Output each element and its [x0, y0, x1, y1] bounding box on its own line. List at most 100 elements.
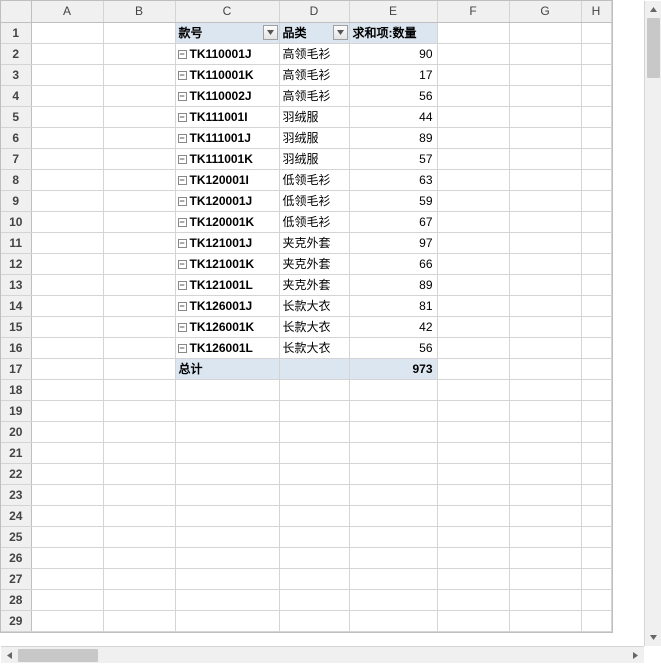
cell-F20[interactable]	[437, 421, 509, 442]
row-header-22[interactable]: 22	[1, 463, 31, 484]
cell-A26[interactable]	[31, 547, 103, 568]
cell-A4[interactable]	[31, 85, 103, 106]
cell-G9[interactable]	[509, 190, 581, 211]
cell-B26[interactable]	[103, 547, 175, 568]
cell-A24[interactable]	[31, 505, 103, 526]
cell-B12[interactable]	[103, 253, 175, 274]
cell-F14[interactable]	[437, 295, 509, 316]
pivot-total-label-cell[interactable]: 总计	[175, 358, 279, 379]
pivot-category-cell[interactable]: 长款大衣	[279, 337, 349, 358]
cell-A13[interactable]	[31, 274, 103, 295]
cell-A27[interactable]	[31, 568, 103, 589]
cell-F11[interactable]	[437, 232, 509, 253]
column-header-F[interactable]: F	[437, 1, 509, 22]
row-header-13[interactable]: 13	[1, 274, 31, 295]
pivot-code-cell[interactable]: −TK126001L	[175, 337, 279, 358]
pivot-value-cell[interactable]: 89	[349, 274, 437, 295]
cell-G8[interactable]	[509, 169, 581, 190]
pivot-code-cell[interactable]: −TK126001J	[175, 295, 279, 316]
collapse-icon[interactable]: −	[178, 176, 187, 185]
cell-A8[interactable]	[31, 169, 103, 190]
cell-F22[interactable]	[437, 463, 509, 484]
cell-B24[interactable]	[103, 505, 175, 526]
cell-H4[interactable]	[581, 85, 611, 106]
cell-C28[interactable]	[175, 589, 279, 610]
cell-B14[interactable]	[103, 295, 175, 316]
cell-E19[interactable]	[349, 400, 437, 421]
cell-C20[interactable]	[175, 421, 279, 442]
cell-G10[interactable]	[509, 211, 581, 232]
scroll-right-button[interactable]	[627, 647, 644, 664]
cell-H19[interactable]	[581, 400, 611, 421]
collapse-icon[interactable]: −	[178, 134, 187, 143]
cell-E22[interactable]	[349, 463, 437, 484]
pivot-category-cell[interactable]: 长款大衣	[279, 295, 349, 316]
cell-D28[interactable]	[279, 589, 349, 610]
cell-B7[interactable]	[103, 148, 175, 169]
pivot-code-cell[interactable]: −TK121001K	[175, 253, 279, 274]
cell-F10[interactable]	[437, 211, 509, 232]
column-header-B[interactable]: B	[103, 1, 175, 22]
cell-B18[interactable]	[103, 379, 175, 400]
row-header-7[interactable]: 7	[1, 148, 31, 169]
cell-G4[interactable]	[509, 85, 581, 106]
row-header-26[interactable]: 26	[1, 547, 31, 568]
cell-A21[interactable]	[31, 442, 103, 463]
cell-D25[interactable]	[279, 526, 349, 547]
pivot-value-cell[interactable]: 56	[349, 337, 437, 358]
cell-H1[interactable]	[581, 22, 611, 43]
scroll-down-button[interactable]	[645, 629, 661, 646]
pivot-value-cell[interactable]: 42	[349, 316, 437, 337]
column-header-D[interactable]: D	[279, 1, 349, 22]
cell-B23[interactable]	[103, 484, 175, 505]
cell-A20[interactable]	[31, 421, 103, 442]
pivot-category-cell[interactable]: 高领毛衫	[279, 43, 349, 64]
cell-D26[interactable]	[279, 547, 349, 568]
cell-A2[interactable]	[31, 43, 103, 64]
pivot-value-cell[interactable]: 81	[349, 295, 437, 316]
cell-H22[interactable]	[581, 463, 611, 484]
cell-B6[interactable]	[103, 127, 175, 148]
collapse-icon[interactable]: −	[178, 344, 187, 353]
cell-D29[interactable]	[279, 610, 349, 631]
cell-B4[interactable]	[103, 85, 175, 106]
pivot-code-cell[interactable]: −TK120001I	[175, 169, 279, 190]
column-header-A[interactable]: A	[31, 1, 103, 22]
row-header-25[interactable]: 25	[1, 526, 31, 547]
collapse-icon[interactable]: −	[178, 260, 187, 269]
cell-H20[interactable]	[581, 421, 611, 442]
row-header-21[interactable]: 21	[1, 442, 31, 463]
cell-G3[interactable]	[509, 64, 581, 85]
cell-E27[interactable]	[349, 568, 437, 589]
cell-A14[interactable]	[31, 295, 103, 316]
cell-D24[interactable]	[279, 505, 349, 526]
cell-D27[interactable]	[279, 568, 349, 589]
pivot-value-cell[interactable]: 17	[349, 64, 437, 85]
cell-G6[interactable]	[509, 127, 581, 148]
cell-A12[interactable]	[31, 253, 103, 274]
row-header-1[interactable]: 1	[1, 22, 31, 43]
collapse-icon[interactable]: −	[178, 92, 187, 101]
cell-E28[interactable]	[349, 589, 437, 610]
cell-C19[interactable]	[175, 400, 279, 421]
cell-G29[interactable]	[509, 610, 581, 631]
cell-F26[interactable]	[437, 547, 509, 568]
pivot-value-cell[interactable]: 44	[349, 106, 437, 127]
pivot-value-cell[interactable]: 97	[349, 232, 437, 253]
cell-E25[interactable]	[349, 526, 437, 547]
cell-F2[interactable]	[437, 43, 509, 64]
row-header-12[interactable]: 12	[1, 253, 31, 274]
cell-B9[interactable]	[103, 190, 175, 211]
cell-D19[interactable]	[279, 400, 349, 421]
cell-A1[interactable]	[31, 22, 103, 43]
pivot-value-cell[interactable]: 90	[349, 43, 437, 64]
pivot-value-cell[interactable]: 67	[349, 211, 437, 232]
cell-C24[interactable]	[175, 505, 279, 526]
pivot-category-cell[interactable]: 高领毛衫	[279, 85, 349, 106]
row-header-29[interactable]: 29	[1, 610, 31, 631]
pivot-code-cell[interactable]: −TK120001J	[175, 190, 279, 211]
cell-H14[interactable]	[581, 295, 611, 316]
cell-E24[interactable]	[349, 505, 437, 526]
cell-H16[interactable]	[581, 337, 611, 358]
pivot-code-cell[interactable]: −TK120001K	[175, 211, 279, 232]
